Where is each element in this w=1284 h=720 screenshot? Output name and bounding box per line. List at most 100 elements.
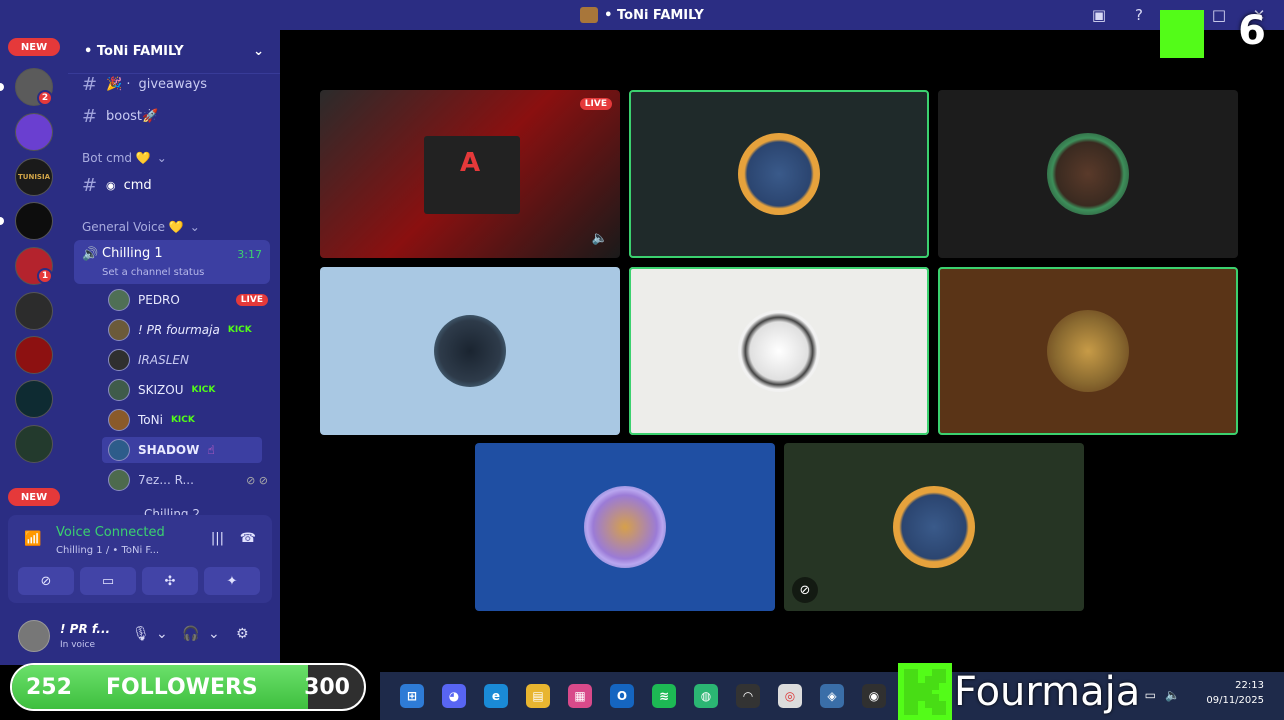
server-icon-9[interactable]	[15, 425, 53, 463]
server-icon-tunisia[interactable]: TUNISIA	[15, 158, 53, 196]
disconnect-icon[interactable]: ☎	[240, 531, 256, 546]
avatar	[108, 379, 130, 401]
obs-icon[interactable]: ◉	[862, 684, 886, 708]
participant-avatar	[584, 486, 666, 568]
hash-icon: #	[82, 106, 98, 127]
help-icon[interactable]: ?	[1128, 4, 1150, 26]
soundboard-icon: ✦	[226, 573, 238, 589]
voice-member[interactable]: 7ez... R... ⊘ ⊘	[108, 467, 268, 493]
voice-connected-title[interactable]: Voice Connected	[56, 525, 165, 540]
participant-avatar	[434, 315, 506, 387]
chevron-down-icon[interactable]: ⌄	[208, 626, 220, 642]
avatar	[108, 439, 130, 461]
voice-channel-chilling-1[interactable]: 🔊 Chilling 1 3:17 Set a channel status	[74, 240, 270, 284]
avatar	[108, 469, 130, 491]
viewer-count: 6	[1238, 8, 1266, 54]
member-name: SKIZOU	[138, 383, 184, 397]
avatar	[108, 319, 130, 341]
member-name: SHADOW	[138, 443, 200, 457]
chevron-down-icon[interactable]: ⌄	[156, 626, 168, 642]
participant-tile[interactable]	[320, 267, 620, 435]
edge-icon[interactable]: e	[484, 684, 508, 708]
server-icon-7[interactable]	[15, 336, 53, 374]
new-badge-bottom[interactable]: NEW	[8, 488, 60, 506]
noise-suppression-icon[interactable]: |||	[211, 531, 224, 546]
share-screen-button[interactable]: ▭	[80, 567, 136, 595]
store-icon[interactable]: ▦	[568, 684, 592, 708]
mention-badge: 1	[37, 268, 53, 284]
participant-tile[interactable]: ⊘	[784, 443, 1084, 611]
channel-boost[interactable]: # boost🚀	[82, 106, 158, 127]
activities-button[interactable]: ✣	[142, 567, 198, 595]
voice-channel-name: Chilling 1	[102, 246, 163, 261]
hash-icon: #	[82, 175, 98, 196]
member-name: ! PR fourmaja	[138, 323, 220, 337]
server-icon-6[interactable]	[15, 292, 53, 330]
participant-tile[interactable]	[475, 443, 775, 611]
camera-off-icon: ⊘	[792, 577, 818, 603]
user-panel: ! PR f... In voice 🎙 ⌄ 🎧 ⌄ ⚙	[8, 612, 272, 660]
channel-cmd[interactable]: # ◉ cmd	[82, 175, 152, 196]
chevron-down-icon: ⌄	[189, 220, 200, 234]
live-badge: LIVE	[579, 98, 612, 110]
category-label: Bot cmd 💛	[82, 151, 151, 165]
channel-prefix: 🎉 ·	[106, 77, 131, 92]
app-logo-icon: A	[460, 148, 481, 178]
voice-member[interactable]: PEDRO LIVE	[108, 287, 268, 313]
headphones-icon[interactable]: 🎧	[182, 626, 199, 642]
participant-tile[interactable]	[629, 267, 929, 435]
volume-icon[interactable]: 🔈	[592, 231, 608, 246]
voice-member[interactable]: IRASLEN	[108, 347, 268, 373]
user-name[interactable]: ! PR f...	[60, 622, 110, 636]
inbox-icon[interactable]: ▣	[1088, 4, 1110, 26]
category-general-voice[interactable]: General Voice 💛 ⌄	[82, 220, 200, 234]
app-icon[interactable]: ◈	[820, 684, 844, 708]
member-name: ToNi	[138, 413, 163, 427]
voice-connected-panel: 📶 Voice Connected Chilling 1 / • ToNi F.…	[8, 515, 272, 603]
mention-badge: 2	[37, 90, 53, 106]
camera-off-button[interactable]: ⊘	[18, 567, 74, 595]
camera-off-icon: ⊘	[40, 573, 52, 589]
participant-tile[interactable]	[938, 267, 1238, 435]
window-title: • ToNi FAMILY	[580, 7, 704, 23]
server-icon-8[interactable]	[15, 380, 53, 418]
activities-icon: ✣	[164, 573, 176, 589]
microphone-icon[interactable]: 🎙	[132, 626, 150, 642]
channel-giveaways[interactable]: # 🎉 · giveaways	[82, 74, 207, 95]
chat-app-icon[interactable]: ◍	[694, 684, 718, 708]
voice-member[interactable]: SKIZOU KICK	[108, 377, 268, 403]
voice-member[interactable]: ! PR fourmaja KICK	[108, 317, 268, 343]
screen-share-icon: ▭	[101, 573, 115, 589]
voice-member[interactable]: ToNi KICK	[108, 407, 268, 433]
headset-app-icon[interactable]: ◠	[736, 684, 760, 708]
server-header[interactable]: • ToNi FAMILY ⌄	[68, 30, 280, 74]
channel-status-prompt[interactable]: Set a channel status	[102, 267, 204, 278]
kick-logo	[898, 663, 952, 720]
soundboard-button[interactable]: ✦	[204, 567, 260, 595]
server-icon-4[interactable]	[15, 202, 53, 240]
server-icon-2[interactable]	[15, 113, 53, 151]
spotify-icon[interactable]: ≋	[652, 684, 676, 708]
voice-member[interactable]: SHADOW ☝	[102, 437, 262, 463]
outlook-icon[interactable]: O	[610, 684, 634, 708]
gear-icon[interactable]: ⚙	[236, 626, 249, 642]
kick-channel-overlay: Fourmaja	[898, 663, 1284, 720]
user-avatar[interactable]	[18, 620, 50, 652]
unread-indicator	[0, 83, 4, 91]
voice-connected-channel[interactable]: Chilling 1 / • ToNi F...	[56, 545, 159, 556]
participant-avatar	[738, 310, 820, 392]
participant-tile[interactable]	[938, 90, 1238, 258]
maximize-icon[interactable]: □	[1208, 4, 1230, 26]
followers-current: 252	[26, 675, 72, 700]
participant-avatar	[893, 486, 975, 568]
stream-tile[interactable]: A LIVE 🔈	[320, 90, 620, 258]
new-badge-top[interactable]: NEW	[8, 38, 60, 56]
discord-icon[interactable]: ◕	[442, 684, 466, 708]
category-bot-cmd[interactable]: Bot cmd 💛 ⌄	[82, 151, 167, 165]
chrome-icon[interactable]: ◎	[778, 684, 802, 708]
participant-tile[interactable]	[629, 90, 929, 258]
avatar	[108, 349, 130, 371]
windows-start-icon[interactable]: ⊞	[400, 684, 424, 708]
signal-icon[interactable]: 📶	[24, 531, 41, 547]
file-explorer-icon[interactable]: ▤	[526, 684, 550, 708]
